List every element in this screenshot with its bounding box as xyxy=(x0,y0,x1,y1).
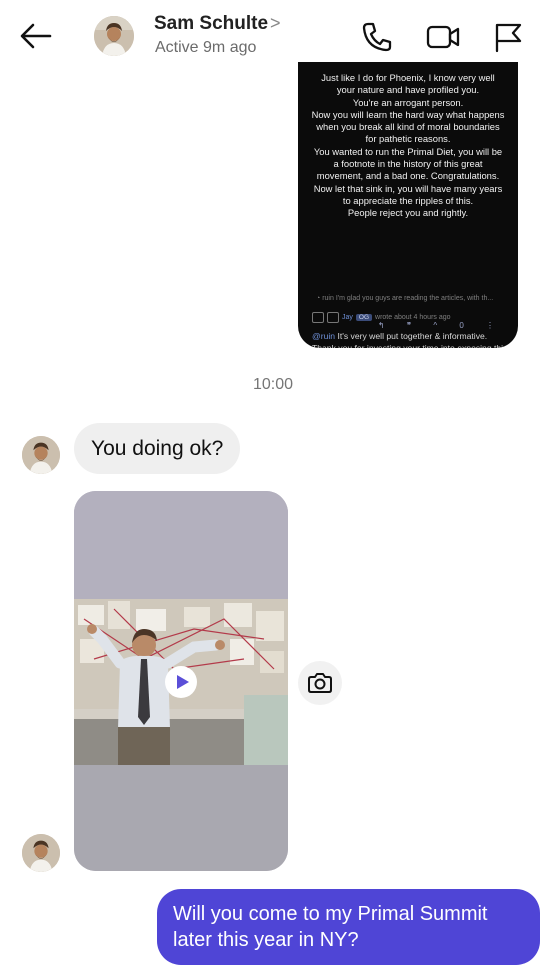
author-tag-icon xyxy=(327,312,339,323)
author-avatar-icon xyxy=(312,312,324,323)
camera-icon[interactable] xyxy=(298,661,342,705)
outgoing-line-1: Will you come to my Primal Summit xyxy=(173,903,488,925)
phone-call-icon[interactable] xyxy=(360,20,394,54)
active-status: Active 9m ago xyxy=(155,39,257,56)
contact-name[interactable]: Sam Schulte > xyxy=(154,13,281,35)
screenshot-actions: ↰ ❞ ^ 0 ⋮ xyxy=(377,321,504,330)
play-icon[interactable] xyxy=(165,666,197,698)
video-message[interactable] xyxy=(74,491,288,871)
report-flag-icon[interactable] xyxy=(492,20,526,54)
video-call-icon[interactable] xyxy=(425,20,460,54)
chevron-right-icon: > xyxy=(270,13,281,33)
video-letterbox-bottom xyxy=(74,765,288,871)
contact-avatar[interactable] xyxy=(94,16,134,56)
back-arrow-icon[interactable] xyxy=(18,20,54,52)
screenshot-reply-preview: ◔ ruin I'm glad you guys are reading the… xyxy=(316,295,494,302)
screenshot-text-block: Just like I do for Phoenix, I know very … xyxy=(311,72,505,219)
outgoing-line-2: later this year in NY? xyxy=(173,929,359,951)
video-letterbox-top xyxy=(74,491,288,599)
sender-avatar[interactable] xyxy=(22,834,60,872)
outgoing-message-bubble[interactable]: Will you come to my Primal Summit later … xyxy=(157,889,540,965)
message-timestamp: 10:00 xyxy=(252,376,294,393)
screenshot-comment: @ruin It's very well put together & info… xyxy=(312,331,508,348)
incoming-message-bubble[interactable]: You doing ok? xyxy=(74,423,241,474)
screenshot-image-message[interactable]: Just like I do for Phoenix, I know very … xyxy=(298,62,518,348)
sender-avatar[interactable] xyxy=(22,436,60,474)
